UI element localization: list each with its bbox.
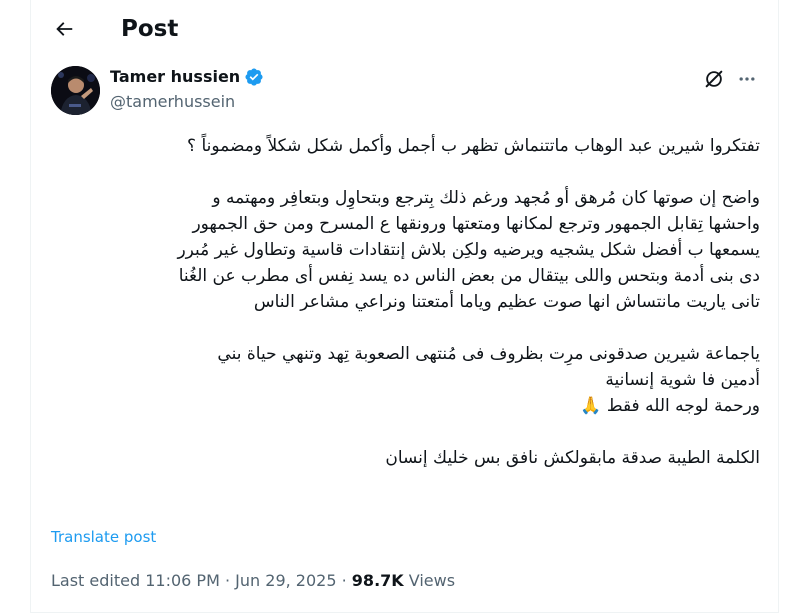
post-meta: Last edited 11:06 PM · Jun 29, 2025 · 98… bbox=[51, 570, 455, 592]
post-line: الكلمة الطيبة صدقة مابقولكش نافق بس خليك… bbox=[385, 448, 760, 468]
column-border-left bbox=[30, 0, 31, 613]
arrow-left-icon bbox=[56, 22, 73, 36]
post-paragraph: الكلمة الطيبة صدقة مابقولكش نافق بس خليك… bbox=[44, 445, 760, 471]
avatar-image bbox=[51, 66, 100, 115]
post-line: ورحمة لوجه الله فقط 🙏 bbox=[580, 396, 760, 416]
page-title: Post bbox=[121, 16, 179, 42]
meta-separator: · bbox=[341, 571, 347, 590]
more-options-button[interactable] bbox=[734, 66, 760, 92]
avatar[interactable] bbox=[51, 66, 100, 115]
post-line: أدمين فا شوية إنسانية bbox=[605, 370, 760, 390]
edited-label[interactable]: Last edited bbox=[51, 571, 140, 590]
post-line: ياجماعة شيرين صدقونى مرِت بظروف فى مُنته… bbox=[217, 344, 760, 364]
post-paragraph: تفتكروا شيرين عبد الوهاب ماتتنماش تظهر ب… bbox=[44, 133, 760, 159]
column-border-right bbox=[778, 0, 779, 613]
post-line: تفتكروا شيرين عبد الوهاب ماتتنماش تظهر ب… bbox=[187, 136, 760, 156]
post-paragraph: واضح إن صوتها كان مُرهق أو مُجهد ورغم ذل… bbox=[44, 185, 760, 315]
views-count: 98.7K bbox=[351, 571, 404, 590]
post-line: دى بنى أدمة وبتحس واللى بيتقال من بعض ال… bbox=[178, 266, 760, 286]
post-paragraph: ياجماعة شيرين صدقونى مرِت بظروف فى مُنته… bbox=[44, 341, 760, 419]
back-button[interactable] bbox=[44, 11, 84, 47]
translate-post-link[interactable]: Translate post bbox=[51, 527, 156, 547]
views-label: Views bbox=[408, 571, 456, 590]
grok-icon bbox=[705, 70, 723, 88]
author-handle[interactable]: @tamerhussein bbox=[110, 92, 235, 112]
more-horizontal-icon bbox=[739, 77, 755, 81]
post-text: تفتكروا شيرين عبد الوهاب ماتتنماش تظهر ب… bbox=[44, 133, 760, 497]
post-line: تانى ياريت مانتساش انها صوت عظيم وياما أ… bbox=[253, 292, 760, 312]
post-date[interactable]: Jun 29, 2025 bbox=[235, 571, 336, 590]
post-line: واحشها تِقابل الجمهور وترجع لمكانها ومتع… bbox=[192, 214, 760, 234]
verified-badge-icon[interactable] bbox=[244, 67, 264, 87]
grok-button[interactable] bbox=[701, 66, 727, 92]
meta-separator: · bbox=[224, 571, 231, 590]
post-time[interactable]: 11:06 PM bbox=[145, 571, 220, 590]
post-line: واضح إن صوتها كان مُرهق أو مُجهد ورغم ذل… bbox=[212, 188, 760, 208]
post-line: يسمعها ب أفضل شكل يشجيه ويرضيه ولكِن بلا… bbox=[177, 240, 760, 260]
author-name[interactable]: Tamer hussien bbox=[110, 66, 240, 88]
author-name-row[interactable]: Tamer hussien bbox=[110, 66, 264, 88]
